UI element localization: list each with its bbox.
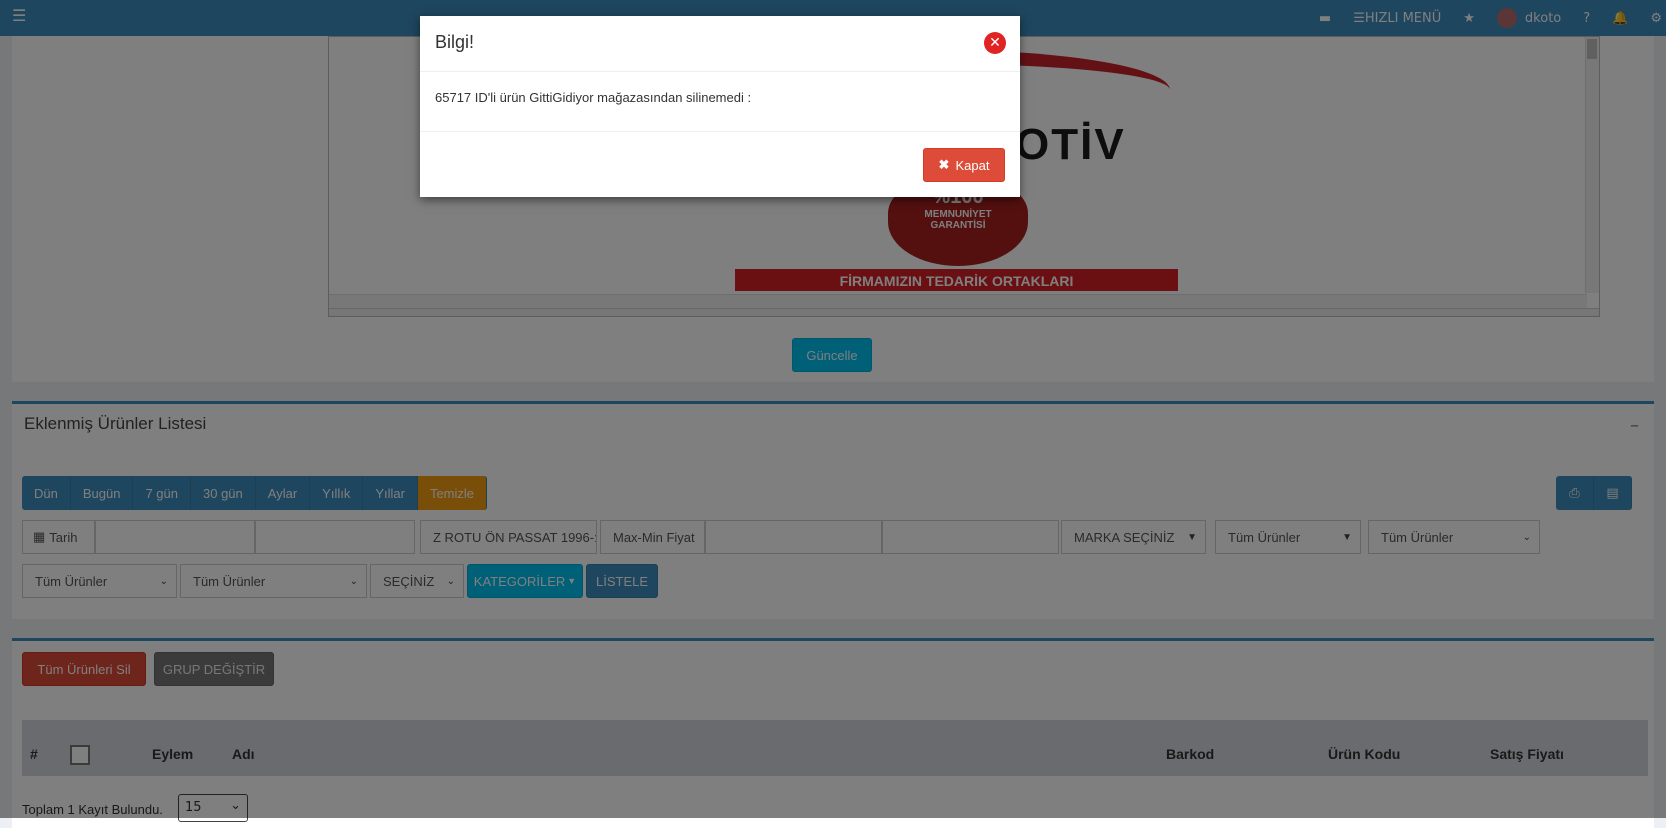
times-icon: ✖ <box>938 157 950 172</box>
close-button-label: Kapat <box>955 157 990 173</box>
modal-footer: ✖ Kapat <box>420 132 1020 197</box>
close-icon[interactable]: ✕ <box>984 32 1006 54</box>
info-modal: Bilgi! ✕ 65717 ID'li ürün GittiGidiyor m… <box>420 16 1020 197</box>
close-button[interactable]: ✖ Kapat <box>923 148 1005 182</box>
modal-header: Bilgi! ✕ <box>420 16 1020 72</box>
modal-message: 65717 ID'li ürün GittiGidiyor mağazasınd… <box>420 72 1020 132</box>
modal-title: Bilgi! <box>435 32 475 52</box>
